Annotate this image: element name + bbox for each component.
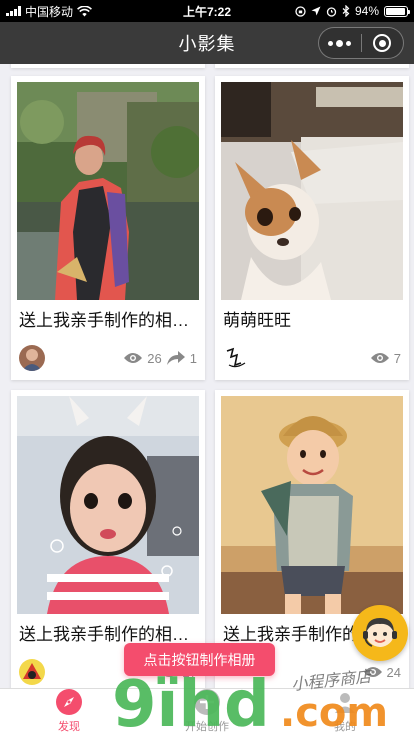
album-stats: 24	[363, 665, 401, 680]
battery-icon	[384, 5, 410, 17]
tab-discover[interactable]: 发现	[0, 689, 138, 736]
album-title: 萌萌旺旺	[223, 311, 291, 330]
avatar[interactable]	[19, 345, 45, 371]
customer-service-icon	[363, 618, 397, 647]
previous-card-left	[11, 64, 205, 68]
eye-icon	[124, 353, 143, 363]
alarm-icon	[326, 6, 337, 17]
more-button[interactable]	[319, 28, 361, 58]
album-cover-photo	[17, 82, 199, 300]
avatar[interactable]	[223, 345, 249, 371]
album-meta: 7	[223, 344, 401, 372]
compass-icon	[55, 688, 83, 716]
album-feed[interactable]: 送上我亲手制作的相… 26 1 萌萌旺旺 7 送上我亲手制作的相… 送上我亲手制…	[0, 64, 414, 688]
album-cover-photo	[221, 396, 403, 614]
album-cover-photo	[17, 396, 199, 614]
close-miniprogram-button[interactable]	[362, 28, 404, 58]
user-icon	[331, 688, 359, 716]
make-album-button[interactable]: 点击按钮制作相册	[124, 643, 275, 676]
more-dots-icon	[328, 39, 352, 47]
page-title: 小影集	[178, 34, 236, 54]
view-count: 24	[386, 664, 401, 680]
plus-icon	[193, 688, 221, 716]
tab-mine[interactable]: 我的	[276, 689, 414, 736]
album-title: 送上我亲手制作的相…	[19, 311, 189, 330]
tab-label: 发现	[58, 721, 80, 733]
avatar[interactable]	[19, 659, 45, 685]
album-stats: 26 1	[123, 350, 197, 366]
album-stats: 7	[370, 351, 401, 366]
view-count: 26	[147, 350, 162, 366]
album-cover-photo	[221, 82, 403, 300]
share-count: 1	[189, 350, 197, 366]
target-icon	[373, 34, 392, 52]
rotation-lock-icon	[295, 5, 306, 17]
album-meta: 26 1	[19, 344, 197, 372]
battery-percent: 94%	[354, 4, 379, 18]
location-icon	[311, 6, 321, 16]
share-icon	[166, 351, 185, 365]
bluetooth-icon	[342, 5, 350, 17]
carrier-name: 中国移动	[25, 4, 74, 19]
album-card[interactable]: 萌萌旺旺 7	[215, 76, 409, 380]
tab-create[interactable]: 开始创作	[138, 689, 276, 736]
eye-icon	[363, 667, 382, 677]
wifi-icon	[77, 5, 92, 16]
capsule-menu	[318, 27, 404, 59]
view-count: 7	[393, 350, 401, 366]
eye-icon	[370, 353, 389, 363]
tab-label: 我的	[334, 721, 356, 733]
status-bar: 中国移动 上午7:22 94%	[0, 0, 414, 22]
previous-card-right	[215, 64, 409, 68]
album-card[interactable]: 送上我亲手制作的相… 26 1	[11, 76, 205, 380]
tab-bar: 发现 开始创作 我的	[0, 688, 414, 736]
album-title: 送上我亲手制作的相…	[19, 625, 189, 644]
signal-icon	[6, 6, 21, 16]
customer-service-button[interactable]	[352, 605, 408, 661]
tab-label: 开始创作	[185, 721, 229, 733]
nav-bar: 小影集	[0, 22, 414, 64]
